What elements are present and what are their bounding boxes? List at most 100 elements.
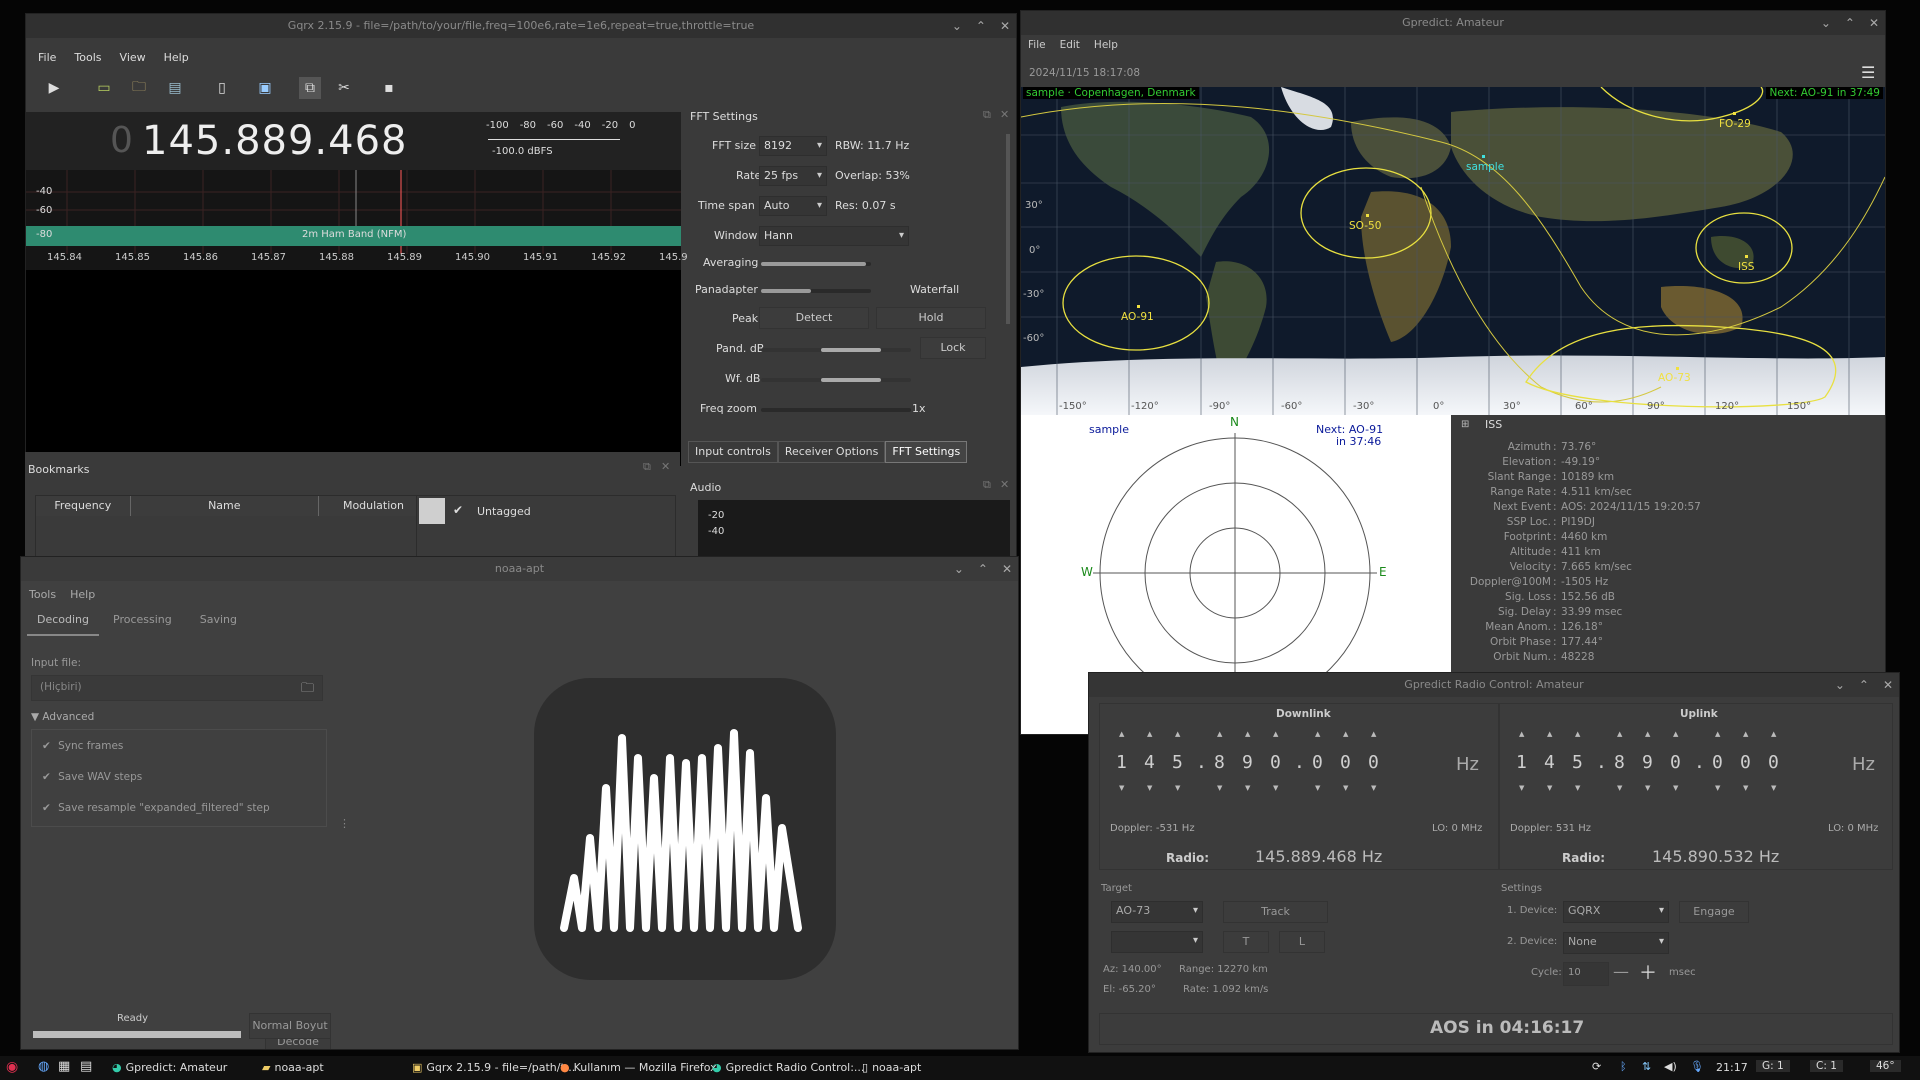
- scrollbar[interactable]: [1006, 134, 1010, 324]
- float-icon[interactable]: ⧉: [983, 478, 991, 492]
- taskbar-item-noaa-2[interactable]: ▯ noaa-apt: [862, 1056, 921, 1080]
- col-name[interactable]: Name: [131, 496, 319, 516]
- digit-down-arrow[interactable]: ▼: [1217, 784, 1222, 792]
- taskbar-item-gpredict[interactable]: ◕ Gpredict: Amateur: [112, 1056, 227, 1080]
- target-select[interactable]: AO-73: [1111, 901, 1203, 923]
- close-icon[interactable]: ✕: [1000, 14, 1010, 38]
- taskbar-item-noaa[interactable]: ▰ noaa-apt: [262, 1056, 324, 1080]
- sat-label-so50[interactable]: SO-50: [1349, 220, 1381, 232]
- downlink-digits[interactable]: ▲ ▼ 1 ▲ ▼ 4 ▲ ▼ 5. ▲ ▼ 8 ▲ ▼ 9 ▲ ▼ 0. ▲ ▼ 0 ▲ ▼ 0 ▲ ▼ 0: [1100, 724, 1498, 794]
- digit-up-arrow[interactable]: ▲: [1771, 730, 1776, 738]
- taskbar-item-radio-control[interactable]: ◕ Gpredict Radio Control:...: [712, 1056, 864, 1080]
- frequency-digit[interactable]: 4: [1544, 752, 1555, 773]
- panadapter[interactable]: -40 -60 -80 2m Ham Band (NFM) 145.84 145…: [26, 170, 688, 270]
- pass-select[interactable]: [1111, 931, 1203, 953]
- tab-processing[interactable]: Processing: [99, 605, 186, 636]
- close-icon[interactable]: ✕: [1000, 108, 1009, 121]
- microphone-icon[interactable]: 🎙: [1690, 1060, 1704, 1073]
- freq-zoom-slider[interactable]: [761, 408, 911, 412]
- frequency-digit[interactable]: 0: [1670, 752, 1681, 773]
- frequency-digit[interactable]: 0: [1340, 752, 1351, 773]
- digit-up-arrow[interactable]: ▲: [1743, 730, 1748, 738]
- device-icon[interactable]: ▭: [93, 77, 115, 99]
- maximize-icon[interactable]: ⌃: [978, 557, 988, 581]
- l-button[interactable]: L: [1279, 931, 1325, 953]
- digit-down-arrow[interactable]: ▼: [1645, 784, 1650, 792]
- uplink-digits[interactable]: ▲ ▼ 1 ▲ ▼ 4 ▲ ▼ 5. ▲ ▼ 8 ▲ ▼ 9 ▲ ▼ 0. ▲ ▼ 0 ▲ ▼ 0 ▲ ▼ 0: [1500, 724, 1892, 794]
- sat-label-sample[interactable]: sample: [1466, 161, 1504, 173]
- save-icon[interactable]: ▤: [164, 77, 186, 99]
- digit-up-arrow[interactable]: ▲: [1645, 730, 1650, 738]
- tab-saving[interactable]: Saving: [186, 605, 251, 636]
- digit-up-arrow[interactable]: ▲: [1519, 730, 1524, 738]
- digit-down-arrow[interactable]: ▼: [1743, 784, 1748, 792]
- check-icon[interactable]: ✔: [453, 503, 463, 517]
- digit-down-arrow[interactable]: ▼: [1175, 784, 1180, 792]
- close-icon[interactable]: ✕: [1883, 673, 1893, 697]
- tab-receiver-options[interactable]: Receiver Options: [777, 441, 886, 463]
- menu-tools[interactable]: Tools: [29, 585, 56, 605]
- update-icon[interactable]: ⟳: [1592, 1060, 1601, 1073]
- digit-down-arrow[interactable]: ▼: [1343, 784, 1348, 792]
- browser-launcher-icon[interactable]: ◍: [38, 1059, 49, 1074]
- digit-down-arrow[interactable]: ▼: [1771, 784, 1776, 792]
- cycle-input[interactable]: 10: [1563, 962, 1609, 986]
- sat-label-fo29[interactable]: FO-29: [1719, 118, 1751, 130]
- menu-help[interactable]: Help: [164, 48, 189, 68]
- frequency-digit[interactable]: 5: [1172, 752, 1183, 773]
- digit-up-arrow[interactable]: ▲: [1673, 730, 1678, 738]
- divider-handle[interactable]: ⋮: [339, 817, 350, 830]
- terminal-launcher-icon[interactable]: ▤: [80, 1059, 92, 1074]
- menu-tools[interactable]: Tools: [74, 48, 101, 68]
- frequency-digit[interactable]: 0: [1712, 752, 1723, 773]
- timespan-select[interactable]: Auto: [759, 196, 827, 216]
- files-launcher-icon[interactable]: ▦: [58, 1059, 70, 1074]
- panadapter-waterfall-slider[interactable]: [761, 289, 871, 293]
- digit-up-arrow[interactable]: ▲: [1547, 730, 1552, 738]
- volume-icon[interactable]: ◀): [1664, 1060, 1677, 1073]
- device2-select[interactable]: None: [1563, 932, 1669, 954]
- digit-up-arrow[interactable]: ▲: [1715, 730, 1720, 738]
- digit-down-arrow[interactable]: ▼: [1315, 784, 1320, 792]
- menu-help[interactable]: Help: [70, 585, 95, 605]
- tab-input-controls[interactable]: Input controls: [688, 441, 778, 463]
- col-frequency[interactable]: Frequency: [36, 496, 131, 516]
- digit-up-arrow[interactable]: ▲: [1371, 730, 1376, 738]
- close-icon[interactable]: ✕: [1869, 11, 1879, 35]
- tab-fft-settings[interactable]: FFT Settings: [885, 441, 968, 463]
- window-select[interactable]: Hann: [759, 226, 909, 246]
- open-folder-icon[interactable]: 🗀: [301, 679, 314, 701]
- start-menu-icon[interactable]: ◉: [6, 1059, 18, 1075]
- frequency-digit[interactable]: 8: [1614, 752, 1625, 773]
- normal-size-button[interactable]: Normal Boyut: [249, 1013, 331, 1039]
- rate-select[interactable]: 25 fps: [759, 166, 827, 186]
- detect-button[interactable]: Detect: [759, 307, 869, 329]
- minimize-icon[interactable]: ⌄: [1821, 11, 1831, 35]
- network-icon[interactable]: ⇅: [1642, 1060, 1651, 1073]
- play-icon[interactable]: ▶: [43, 77, 65, 99]
- taskbar-item-gqrx[interactable]: ▣ Gqrx 2.15.9 - file=/path/t...: [412, 1056, 575, 1080]
- fullscreen-icon[interactable]: ▪: [378, 77, 400, 99]
- digit-down-arrow[interactable]: ▼: [1617, 784, 1622, 792]
- frequency-digit[interactable]: 9: [1242, 752, 1253, 773]
- open-folder-icon[interactable]: 🗀: [128, 77, 150, 99]
- frequency-digit[interactable]: 5: [1572, 752, 1583, 773]
- advanced-expander[interactable]: ▼ Advanced: [31, 711, 94, 723]
- digit-up-arrow[interactable]: ▲: [1315, 730, 1320, 738]
- fft-size-select[interactable]: 8192: [759, 136, 827, 156]
- digit-down-arrow[interactable]: ▼: [1119, 784, 1124, 792]
- digit-down-arrow[interactable]: ▼: [1147, 784, 1152, 792]
- frequency-digit[interactable]: 1: [1116, 752, 1127, 773]
- collapse-icon[interactable]: ⊞: [1461, 419, 1469, 430]
- frequency-digit[interactable]: 0: [1740, 752, 1751, 773]
- frequency-digit[interactable]: 0: [1312, 752, 1323, 773]
- frequency-digit[interactable]: 4: [1144, 752, 1155, 773]
- close-icon[interactable]: ✕: [661, 460, 670, 473]
- averaging-slider[interactable]: [761, 262, 871, 266]
- digit-up-arrow[interactable]: ▲: [1343, 730, 1348, 738]
- engage-button[interactable]: Engage: [1679, 901, 1749, 923]
- save-resample-check[interactable]: ✔ Save resample "expanded_filtered" step: [42, 802, 270, 814]
- input-file-field[interactable]: (Hiçbiri) 🗀: [31, 675, 323, 701]
- digit-up-arrow[interactable]: ▲: [1119, 730, 1124, 738]
- digit-up-arrow[interactable]: ▲: [1575, 730, 1580, 738]
